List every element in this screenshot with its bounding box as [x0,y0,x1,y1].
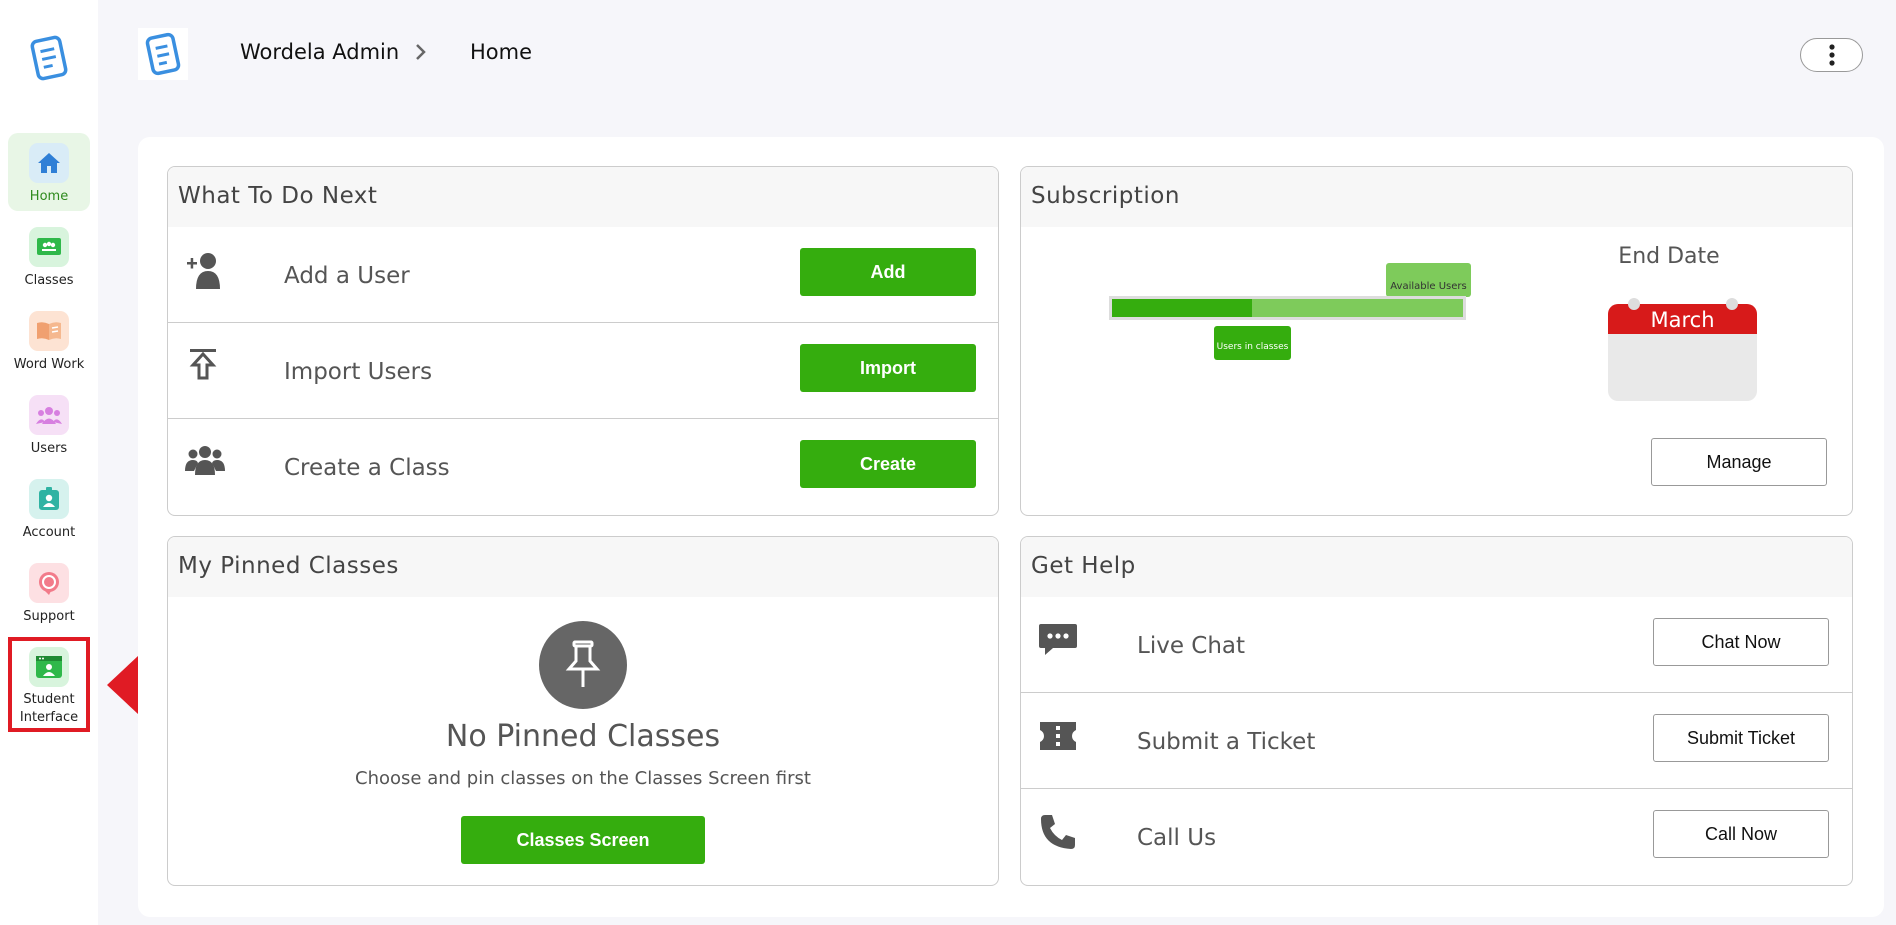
todo-label: Import Users [284,359,433,385]
help-title: Get Help [1021,537,1852,597]
sidebar: Home Classes Word Work Users Account Sup… [0,0,98,925]
classes-icon [29,227,69,267]
breadcrumb-root[interactable]: Wordela Admin [240,40,399,64]
sidebar-item-label: Word Work [13,357,85,372]
chat-now-button[interactable]: Chat Now [1653,618,1829,666]
subscription-title: Subscription [1021,167,1852,227]
pinned-title: My Pinned Classes [168,537,998,597]
end-date-label: End Date [1618,244,1720,269]
submit-ticket-button[interactable]: Submit Ticket [1653,714,1829,762]
todo-row-create-class: Create a Class Create [168,419,998,515]
group-icon [185,446,225,475]
help-row-live-chat: Live Chat Chat Now [1021,597,1852,693]
calendar-icon: March [1608,304,1757,401]
calendar-ring-right [1726,298,1738,310]
sidebar-item-classes[interactable]: Classes [8,217,90,295]
sidebar-item-word-work[interactable]: Word Work [8,301,90,379]
sidebar-item-label: Home [29,189,69,204]
phone-icon [1041,815,1075,849]
account-icon [29,479,69,519]
help-label: Live Chat [1137,633,1246,659]
upload-icon [189,349,217,380]
sidebar-item-label: Classes [24,273,74,288]
no-pinned-text: Choose and pin classes on the Classes Sc… [355,768,811,789]
available-users-label: Available Users [1390,281,1467,292]
todo-label: Add a User [284,263,410,289]
sidebar-item-label: Users [30,441,68,456]
chat-icon [1039,624,1077,655]
help-row-submit-ticket: Submit a Ticket Submit Ticket [1021,693,1852,789]
more-menu-button[interactable] [1800,38,1863,72]
users-icon [29,395,69,435]
more-vertical-icon [1828,44,1835,66]
sidebar-item-label: Account [22,525,76,540]
no-pinned-title: No Pinned Classes [445,719,721,754]
pin-icon [539,621,627,709]
get-help-card: Get Help Live Chat Chat Now Submit a Tic… [1020,536,1853,886]
todo-row-add-user: Add a User Add [168,227,998,323]
todo-card: What To Do Next Add a User Add Import Us… [167,166,999,516]
manage-button[interactable]: Manage [1651,438,1827,486]
add-user-icon [187,253,220,289]
users-in-classes-tooltip: Users in classes [1214,326,1291,360]
dashboard-panel: What To Do Next Add a User Add Import Us… [138,137,1884,917]
todo-title: What To Do Next [168,167,998,227]
classes-screen-button[interactable]: Classes Screen [461,816,705,864]
help-row-call-us: Call Us Call Now [1021,789,1852,885]
users-in-classes-fill [1112,299,1253,317]
add-button[interactable]: Add [800,248,976,296]
wordela-logo [30,35,68,81]
wordela-header-logo [138,28,188,80]
book-icon [29,311,69,351]
call-now-button[interactable]: Call Now [1653,810,1829,858]
highlight-box [8,637,90,732]
breadcrumb-current: Home [470,40,533,64]
calendar-ring-left [1628,298,1640,310]
sidebar-item-label: Support [23,609,75,624]
sidebar-item-account[interactable]: Account [8,469,90,547]
help-label: Submit a Ticket [1137,729,1316,755]
todo-row-import-users: Import Users Import [168,323,998,419]
help-label: Call Us [1137,825,1217,851]
support-icon [29,563,69,603]
sidebar-item-home[interactable]: Home [8,133,90,211]
users-in-classes-label: Users in classes [1216,342,1289,352]
pinned-classes-card: My Pinned Classes No Pinned Classes Choo… [167,536,999,886]
sidebar-item-users[interactable]: Users [8,385,90,463]
sidebar-item-support[interactable]: Support [8,553,90,631]
subscription-card: Subscription Available Users Users in cl… [1020,166,1853,516]
home-icon [29,143,69,183]
create-button[interactable]: Create [800,440,976,488]
available-users-tooltip: Available Users [1386,263,1471,297]
import-button[interactable]: Import [800,344,976,392]
ticket-icon [1040,722,1076,750]
todo-label: Create a Class [284,455,450,481]
chevron-right-icon [416,44,426,60]
usage-bar [1109,296,1466,320]
